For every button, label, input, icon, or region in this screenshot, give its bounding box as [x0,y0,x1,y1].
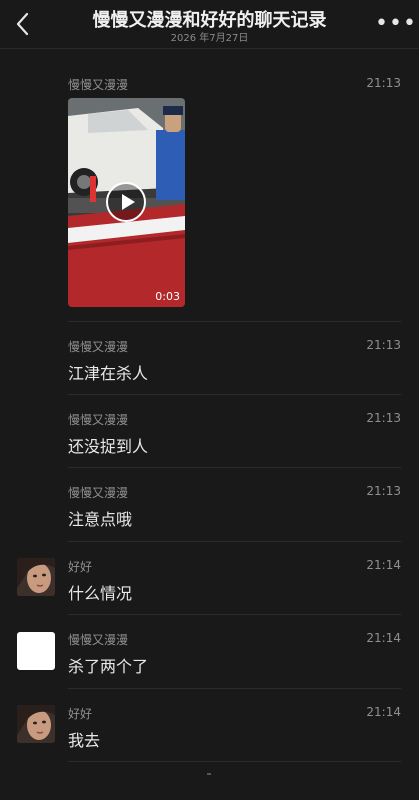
message-text: 杀了两个了 [68,657,149,676]
avatar[interactable] [17,558,55,596]
sender-name: 慢慢又漫漫 [68,78,129,92]
message-text: 注意点哦 [68,510,133,529]
video-message[interactable]: 0:03 [68,98,185,307]
chat-header: 慢慢又漫漫和好好的聊天记录 2026 年7月27日 ••• [0,0,419,49]
message-item: 好好 21:14 什么情况 [0,542,419,615]
message-time: 21:13 [366,411,401,425]
sender-name: 慢慢又漫漫 [68,486,129,500]
play-icon[interactable] [106,182,146,222]
message-item: 慢慢又漫漫 21:13 [0,60,419,322]
avatar[interactable] [17,632,55,670]
sender-name: 慢慢又漫漫 [68,633,129,647]
chat-date: 2026 年7月27日 [170,33,249,44]
message-time: 21:14 [366,631,401,645]
avatar-photo [17,558,55,596]
message-text: 江津在杀人 [68,364,149,383]
avatar-photo [17,705,55,743]
message-item: 慢慢又漫漫 21:14 杀了两个了 [0,615,419,689]
more-button[interactable]: ••• [375,13,416,35]
chevron-left-icon [16,12,29,36]
message-time: 21:13 [366,76,401,90]
message-time: 21:13 [366,484,401,498]
message-time: 21:13 [366,338,401,352]
message-time: 21:14 [366,558,401,572]
video-duration: 0:03 [155,290,180,303]
avatar[interactable] [17,705,55,743]
message-item: 慢慢又漫漫 21:13 还没捉到人 [0,395,419,468]
more-horizontal-icon: ••• [375,11,417,36]
sender-name: 慢慢又漫漫 [68,340,129,354]
divider [68,761,401,762]
message-text: 什么情况 [68,584,133,603]
sender-name: 好好 [68,560,93,574]
scroll-indicator [207,773,211,775]
message-item: 好好 21:14 我去 [0,689,419,762]
message-item: 慢慢又漫漫 21:13 江津在杀人 [0,322,419,395]
sender-name: 慢慢又漫漫 [68,413,129,427]
message-time: 21:14 [366,705,401,719]
back-button[interactable] [12,10,36,38]
message-item: 慢慢又漫漫 21:13 注意点哦 [0,468,419,542]
sender-name: 好好 [68,707,93,721]
message-text: 我去 [68,731,101,750]
message-text: 还没捉到人 [68,437,149,456]
